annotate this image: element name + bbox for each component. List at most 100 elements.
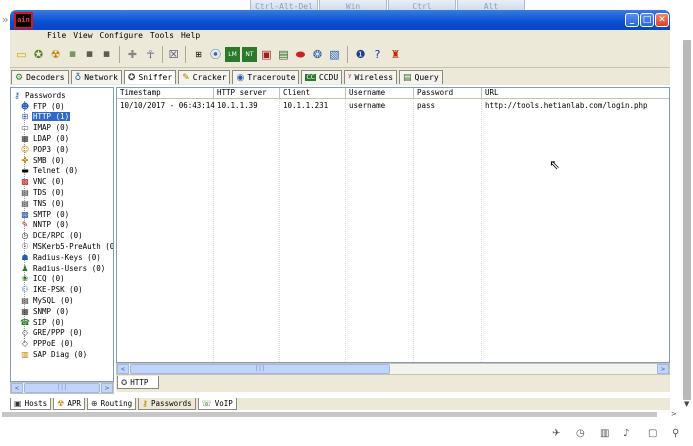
tab-cracker[interactable]: ✎ Cracker [178,70,231,84]
cain-app-icon[interactable]: ain [14,12,33,29]
tab-hosts[interactable]: ▣ Hosts [10,398,52,410]
menu-help[interactable]: Help [181,30,200,42]
trash-icon[interactable]: ▥ [600,428,609,439]
wireless-icon[interactable]: ⦿ [208,47,223,62]
table-horizontal-scrollbar[interactable]: < ||| > [116,363,670,375]
tree-horizontal-scrollbar[interactable]: < ||| > [10,382,114,394]
tab-query[interactable]: ▤ Query [399,70,443,84]
network-icon[interactable]: ❂ [310,47,325,62]
stop-icon[interactable]: ⬬ [293,47,308,62]
close-button[interactable]: ✕ [655,13,669,27]
col-url[interactable]: URL [482,88,669,99]
scroll-right-button[interactable]: > [101,383,113,393]
tab-network[interactable]: ♁ Network [70,70,122,84]
col-username[interactable]: Username [346,88,414,99]
edit-icon[interactable]: ▧ [327,47,342,62]
cain-logo-icon[interactable]: ♜ [388,47,403,62]
pin-icon[interactable]: ✈ [552,428,560,439]
scroll-down-button[interactable]: ▼ [684,400,689,408]
tree-item[interactable]: ▤ TDS (0) [20,187,66,197]
hash-table-icon[interactable]: NT [242,47,257,62]
tab-decoders[interactable]: ⚙ Decoders [11,70,69,84]
mail-icon[interactable]: ▣ [259,47,274,62]
hash-calc-1-icon[interactable]: ▦ [65,47,80,62]
tab-label: CCDU [318,73,339,82]
tree-item[interactable]: ⊞ HTTP (1) [20,111,72,123]
add-icon[interactable]: ✚ [125,47,140,62]
scroll-right-button[interactable]: > [657,364,669,374]
tree-item[interactable]: ⚇ IKE-PSK (0) [20,285,84,295]
tree-item[interactable]: ▤ TNS (0) [20,198,66,208]
tree-item[interactable]: ✤ SMB (0) [20,155,66,165]
col-client[interactable]: Client [280,88,346,99]
tree-item[interactable]: ◇ GRE/PPP (0) [20,328,84,338]
tree-item[interactable]: ▭ IMAP (0) [20,123,70,133]
expand-arrow[interactable]: » [0,6,10,34]
record-icon[interactable]: ▤ [276,47,291,62]
start-sniffer-icon[interactable]: ✪ [31,47,46,62]
tree-root[interactable]: ⚷ Passwords [12,90,67,100]
menu-tools[interactable]: Tools [150,30,174,42]
route-icon[interactable]: ⊞ [191,47,206,62]
tree-item[interactable]: ▦ LDAP (0) [20,133,70,143]
tree-item[interactable]: ❀ ICQ (0) [20,274,66,284]
tab-passwords[interactable]: ⚷ Passwords [138,398,196,410]
tab-traceroute[interactable]: ◉ Traceroute [232,70,300,84]
start-apr-icon[interactable]: ☢ [48,47,63,62]
col-password[interactable]: Password [414,88,482,99]
search-icon[interactable]: ⚲ [672,428,679,439]
tree-item[interactable]: ◷ DCE/RPC (0) [20,231,84,241]
window-icon[interactable]: ▢ [648,428,657,439]
tree-item[interactable]: ☻ FTP (0) [20,101,66,111]
scroll-left-button[interactable]: < [117,364,129,374]
passwords-tree[interactable]: ⚷ Passwords ☻ FTP (0) ⊞ HTTP (1) ▭ IMAP (0) ▦ LD… [10,87,114,382]
viewer-horizontal-scrollbar[interactable]: > [0,410,681,419]
scroll-thumb[interactable]: ||| [24,383,100,393]
maximize-button[interactable]: □ [640,13,654,27]
tree-item[interactable]: ▬ Telnet (0) [20,166,79,176]
tab-sniffer[interactable]: ✪ Sniffer [123,70,177,84]
col-http-server[interactable]: HTTP server [214,88,280,99]
menu-file[interactable]: File [47,30,66,42]
info-icon[interactable]: ❶ [353,47,368,62]
http-password-table[interactable]: Timestamp HTTP server Client Username Pa… [116,87,670,363]
tree-item[interactable]: ▥ SAP Diag (0) [20,349,88,359]
tab-voip[interactable]: ☏ VoIP [197,398,237,410]
scroll-right-button[interactable]: > [671,410,677,418]
scroll-thumb[interactable] [2,412,657,417]
help-icon[interactable]: ? [370,47,385,62]
tree-item[interactable]: ☗ Radius-Keys (0) [20,252,102,262]
tree-item[interactable]: ✎ NNTP (0) [20,220,70,230]
scroll-left-button[interactable]: < [11,383,23,393]
hash-calc-2-icon[interactable]: ▦ [82,47,97,62]
tree-item[interactable]: ▩ VNC (0) [20,177,66,187]
certificate-icon[interactable]: ☒ [166,47,181,62]
tree-item[interactable]: ☉ MSKerb5-PreAuth (0 [20,241,113,251]
minimize-button[interactable]: _ [625,13,639,27]
tree-item[interactable]: ☎ SIP (0) [20,317,66,327]
scroll-thumb[interactable]: ||| [130,364,390,374]
viewer-vertical-scrollbar[interactable]: ▼ [681,40,693,410]
tree-item[interactable]: ▤ MySQL (0) [20,295,75,305]
scroll-thumb[interactable] [683,40,691,400]
tree-item[interactable]: ☺ POP3 (0) [20,144,70,154]
tab-routing[interactable]: ⊕ Routing [86,398,137,410]
col-timestamp[interactable]: Timestamp [117,88,214,99]
calc-icon[interactable]: LM [225,47,240,62]
volume-icon[interactable]: ♪ [623,428,629,439]
tree-item[interactable]: ▦ SNMP (0) [20,306,70,316]
menu-configure[interactable]: Configure [100,30,143,42]
tab-apr[interactable]: ☢ APR [53,398,85,410]
hash-calc-3-icon[interactable]: ▦ [99,47,114,62]
tab-http[interactable]: ✪ HTTP [117,376,159,389]
tree-item[interactable]: ▩ SMTP (0) [20,209,70,219]
tab-wireless[interactable]: ʸ Wireless [344,70,398,84]
tree-item[interactable]: ◇ PPPoE (0) [20,339,75,349]
tab-ccdu[interactable]: CC CCDU [301,70,343,84]
history-icon[interactable]: ◷ [576,428,585,439]
open-folder-icon[interactable]: ▭ [14,47,29,62]
tree-item[interactable]: ♟ Radius-Users (0) [20,263,106,273]
remove-icon[interactable]: ☥ [143,47,158,62]
voip-icon: ☏ [201,399,212,408]
menu-view[interactable]: View [73,30,92,42]
